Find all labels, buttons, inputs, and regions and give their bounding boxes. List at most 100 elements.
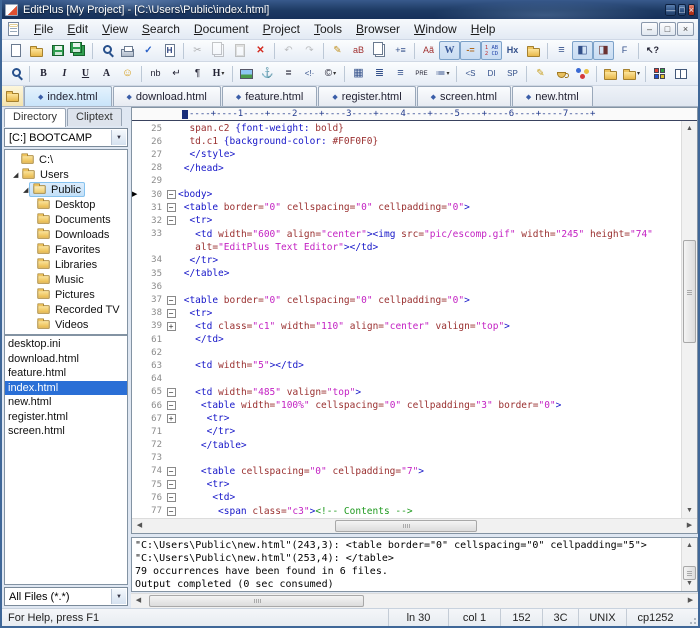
scroll-right-arrow[interactable]: ▶ — [683, 594, 698, 608]
code-line-61[interactable]: 61 </td> — [132, 333, 681, 346]
tree-item-documents[interactable]: Documents — [5, 212, 127, 227]
minimize-button[interactable]: — — [665, 3, 677, 16]
code-line-65[interactable]: 65− <td width="485" valign="top"> — [132, 386, 681, 399]
menu-project[interactable]: Project — [256, 20, 307, 38]
expand-fold-icon[interactable]: + — [166, 321, 176, 331]
mdi-minimize-button[interactable]: – — [641, 22, 658, 36]
code-line-39[interactable]: 39 + <td class="c1" width="110" align="ce… — [132, 320, 681, 333]
print-preview-button[interactable] — [96, 41, 117, 60]
tab-folder-button[interactable] — [2, 86, 24, 106]
italic-button[interactable]: I — [54, 64, 75, 83]
word-wrap-button[interactable]: W — [439, 41, 460, 60]
menu-tools[interactable]: Tools — [307, 20, 349, 38]
scroll-right-arrow[interactable]: ▶ — [682, 519, 697, 533]
code-line-77[interactable]: 77− <span class="c3"><!-- Contents --> — [132, 504, 681, 517]
list-tag-button[interactable]: ≔ ▾ — [432, 64, 453, 83]
menu-help[interactable]: Help — [464, 20, 503, 38]
code-area[interactable]: 25 span.c2 {font-weight: bold} 26 td.c1 {… — [132, 121, 697, 518]
collapse-fold-icon[interactable]: − — [166, 190, 176, 200]
view-in-browser-button[interactable] — [5, 64, 26, 83]
maximize-button[interactable]: □ — [678, 3, 686, 16]
bold-button[interactable]: B — [33, 64, 54, 83]
collapse-fold-icon[interactable]: − — [166, 387, 176, 397]
code-line-71[interactable]: 71 </tr> — [132, 425, 681, 438]
output-line[interactable]: "C:\Users\Public\new.html"(243,3): <tabl… — [135, 539, 680, 552]
tab-download.html[interactable]: ◆ download.html — [112, 86, 221, 106]
collapse-fold-icon[interactable]: − — [166, 480, 176, 490]
sidebar-tab-directory[interactable]: Directory — [4, 108, 67, 127]
strike-tag-button[interactable]: <S — [460, 64, 481, 83]
scrollbar-thumb[interactable] — [335, 520, 477, 532]
output-line[interactable]: "C:\Users\Public\new.html"(253,4): </tab… — [135, 552, 680, 565]
font-button[interactable]: Aã — [418, 41, 439, 60]
tree-item-recorded-tv[interactable]: Recorded TV — [5, 302, 127, 317]
tree-item-videos[interactable]: Videos — [5, 317, 127, 332]
code-line-wrap[interactable]: alt="EditPlus Text Editor"></td> — [132, 241, 681, 254]
span-tag-button[interactable]: SP — [502, 64, 523, 83]
scroll-down-arrow[interactable]: ▼ — [682, 503, 697, 518]
replace-button[interactable]: aB — [348, 41, 369, 60]
tree-item-music[interactable]: Music — [5, 272, 127, 287]
drive-selector[interactable]: [C:] BOOTCAMP ▼ — [4, 128, 128, 147]
paste-button[interactable] — [229, 41, 250, 60]
code-line-38[interactable]: 38− <tr> — [132, 307, 681, 320]
set-directory-button[interactable] — [523, 41, 544, 60]
hex-view-button[interactable]: Hx — [502, 41, 523, 60]
code-line-34[interactable]: 34 </tr> — [132, 254, 681, 267]
collapse-fold-icon[interactable]: − — [166, 203, 176, 213]
editor-vertical-scrollbar[interactable]: ▲ ▼ — [681, 121, 697, 518]
show-function-list-button[interactable]: F — [614, 41, 635, 60]
scroll-down-arrow[interactable]: ▼ — [682, 576, 697, 591]
collapse-fold-icon[interactable]: − — [166, 506, 176, 516]
code-line-35[interactable]: 35 </table> — [132, 267, 681, 280]
marker-button[interactable]: ✎ — [327, 41, 348, 60]
align-center-button[interactable]: ≣ — [369, 64, 390, 83]
collapse-fold-icon[interactable]: − — [166, 216, 176, 226]
scrollbar-thumb[interactable] — [149, 595, 365, 607]
menu-file[interactable]: File — [27, 20, 60, 38]
special-character-button[interactable]: © ▾ — [320, 64, 341, 83]
collapse-fold-icon[interactable]: − — [166, 308, 176, 318]
code-line-25[interactable]: 25 span.c2 {font-weight: bold} — [132, 122, 681, 135]
code-line-32[interactable]: 32− <tr> — [132, 214, 681, 227]
output-window[interactable]: "C:\Users\Public\new.html"(243,3): <tabl… — [131, 537, 698, 592]
folder-options-button[interactable]: ▾ — [621, 64, 642, 83]
match-list-button[interactable]: +≡ — [390, 41, 411, 60]
collapse-fold-icon[interactable]: − — [166, 295, 176, 305]
font-tag-button[interactable]: A — [96, 64, 117, 83]
underline-button[interactable]: U — [75, 64, 96, 83]
delete-button[interactable]: ✕ — [250, 41, 271, 60]
horizontal-rule-button[interactable]: = — [278, 64, 299, 83]
scroll-up-arrow[interactable]: ▲ — [682, 121, 697, 136]
code-line-33[interactable]: 33 <td width="600" align="center"><img s… — [132, 228, 681, 241]
html-template-button[interactable]: H — [159, 41, 180, 60]
code-line-67[interactable]: 67 + <tr> — [132, 412, 681, 425]
code-line-30[interactable]: ▶ 30− <body> — [132, 188, 681, 201]
file-item-download.html[interactable]: download.html — [5, 352, 127, 367]
code-line-73[interactable]: 73 — [132, 452, 681, 465]
output-horizontal-scrollbar[interactable]: ◀ ▶ — [131, 593, 698, 608]
insert-table-button[interactable]: ▦ — [348, 64, 369, 83]
insert-image-button[interactable] — [236, 64, 257, 83]
show-output-window-button[interactable]: ≡ — [551, 41, 572, 60]
expand-arrow-icon[interactable]: ◢ — [13, 171, 22, 179]
tree-item-desktop[interactable]: Desktop — [5, 197, 127, 212]
nbsp-tag-button[interactable]: nb — [145, 64, 166, 83]
line-numbers-button[interactable]: 1 AB 2 CD — [481, 41, 502, 60]
file-item-screen.html[interactable]: screen.html — [5, 424, 127, 439]
output-line[interactable]: Output completed (0 sec consumed) — [135, 578, 680, 591]
scroll-left-arrow[interactable]: ◀ — [132, 519, 147, 533]
show-cliptext-window-button[interactable]: ◨ — [593, 41, 614, 60]
split-window-button[interactable] — [670, 64, 691, 83]
heading-tag-button[interactable]: H ▾ — [208, 64, 229, 83]
tree-item-downloads[interactable]: Downloads — [5, 227, 127, 242]
output-line[interactable]: 79 occurrences have been found in 6 file… — [135, 565, 680, 578]
context-help-button[interactable]: ↖? — [642, 41, 663, 60]
menu-browser[interactable]: Browser — [349, 20, 407, 38]
new-file-button[interactable] — [5, 41, 26, 60]
save-button[interactable] — [47, 41, 68, 60]
open-folder-button[interactable] — [600, 64, 621, 83]
collapse-fold-icon[interactable]: − — [166, 466, 176, 476]
code-line-27[interactable]: 27 </style> — [132, 148, 681, 161]
tree-item-public[interactable]: ◢ Public — [5, 182, 127, 197]
